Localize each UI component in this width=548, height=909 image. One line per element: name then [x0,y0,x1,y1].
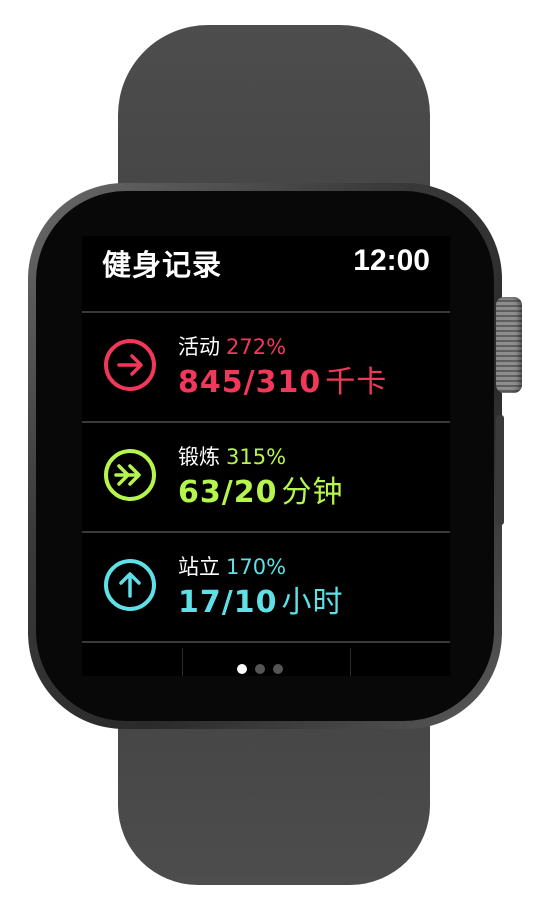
partial-row-divider [182,648,183,676]
page-indicator[interactable] [237,664,283,676]
row-value-number: 63/20 [178,475,278,510]
divider [82,641,450,643]
row-value-unit: 分钟 [281,475,344,510]
page-dot[interactable] [273,664,283,674]
partial-row-divider [350,648,351,676]
page-dot-active[interactable] [237,664,247,674]
row-value-number: 17/10 [178,585,278,620]
row-value: 845/310 千卡 [178,357,387,401]
side-button[interactable] [496,415,504,525]
row-title: 站立 [178,555,220,579]
digital-crown[interactable] [496,297,522,393]
activity-row-exercise[interactable]: 锻炼 315% 63/20 分钟 [82,423,450,531]
row-value-number: 845/310 [178,365,322,400]
row-title: 活动 [178,335,220,359]
row-percent: 272% [226,335,287,359]
row-percent: 315% [226,445,287,469]
page-dot[interactable] [255,664,265,674]
row-value-unit: 小时 [281,585,344,620]
row-value: 17/10 小时 [178,577,343,621]
row-title: 锻炼 [178,445,220,469]
app-title: 健身记录 [102,248,223,282]
row-percent: 170% [226,555,287,579]
activity-row-stand[interactable]: 站立 170% 17/10 小时 [82,533,450,641]
move-arrow-icon [102,337,158,393]
exercise-double-arrow-icon [102,447,158,503]
activity-row-move[interactable]: 活动 272% 845/310 千卡 [82,313,450,421]
row-value-unit: 千卡 [325,365,388,400]
clock: 12:00 [353,244,430,277]
watch-screen: 健身记录 12:00 活动 272% 845/310 千卡 锻炼 315% 63… [82,236,450,676]
stand-up-arrow-icon [102,557,158,613]
row-value: 63/20 分钟 [178,467,343,511]
